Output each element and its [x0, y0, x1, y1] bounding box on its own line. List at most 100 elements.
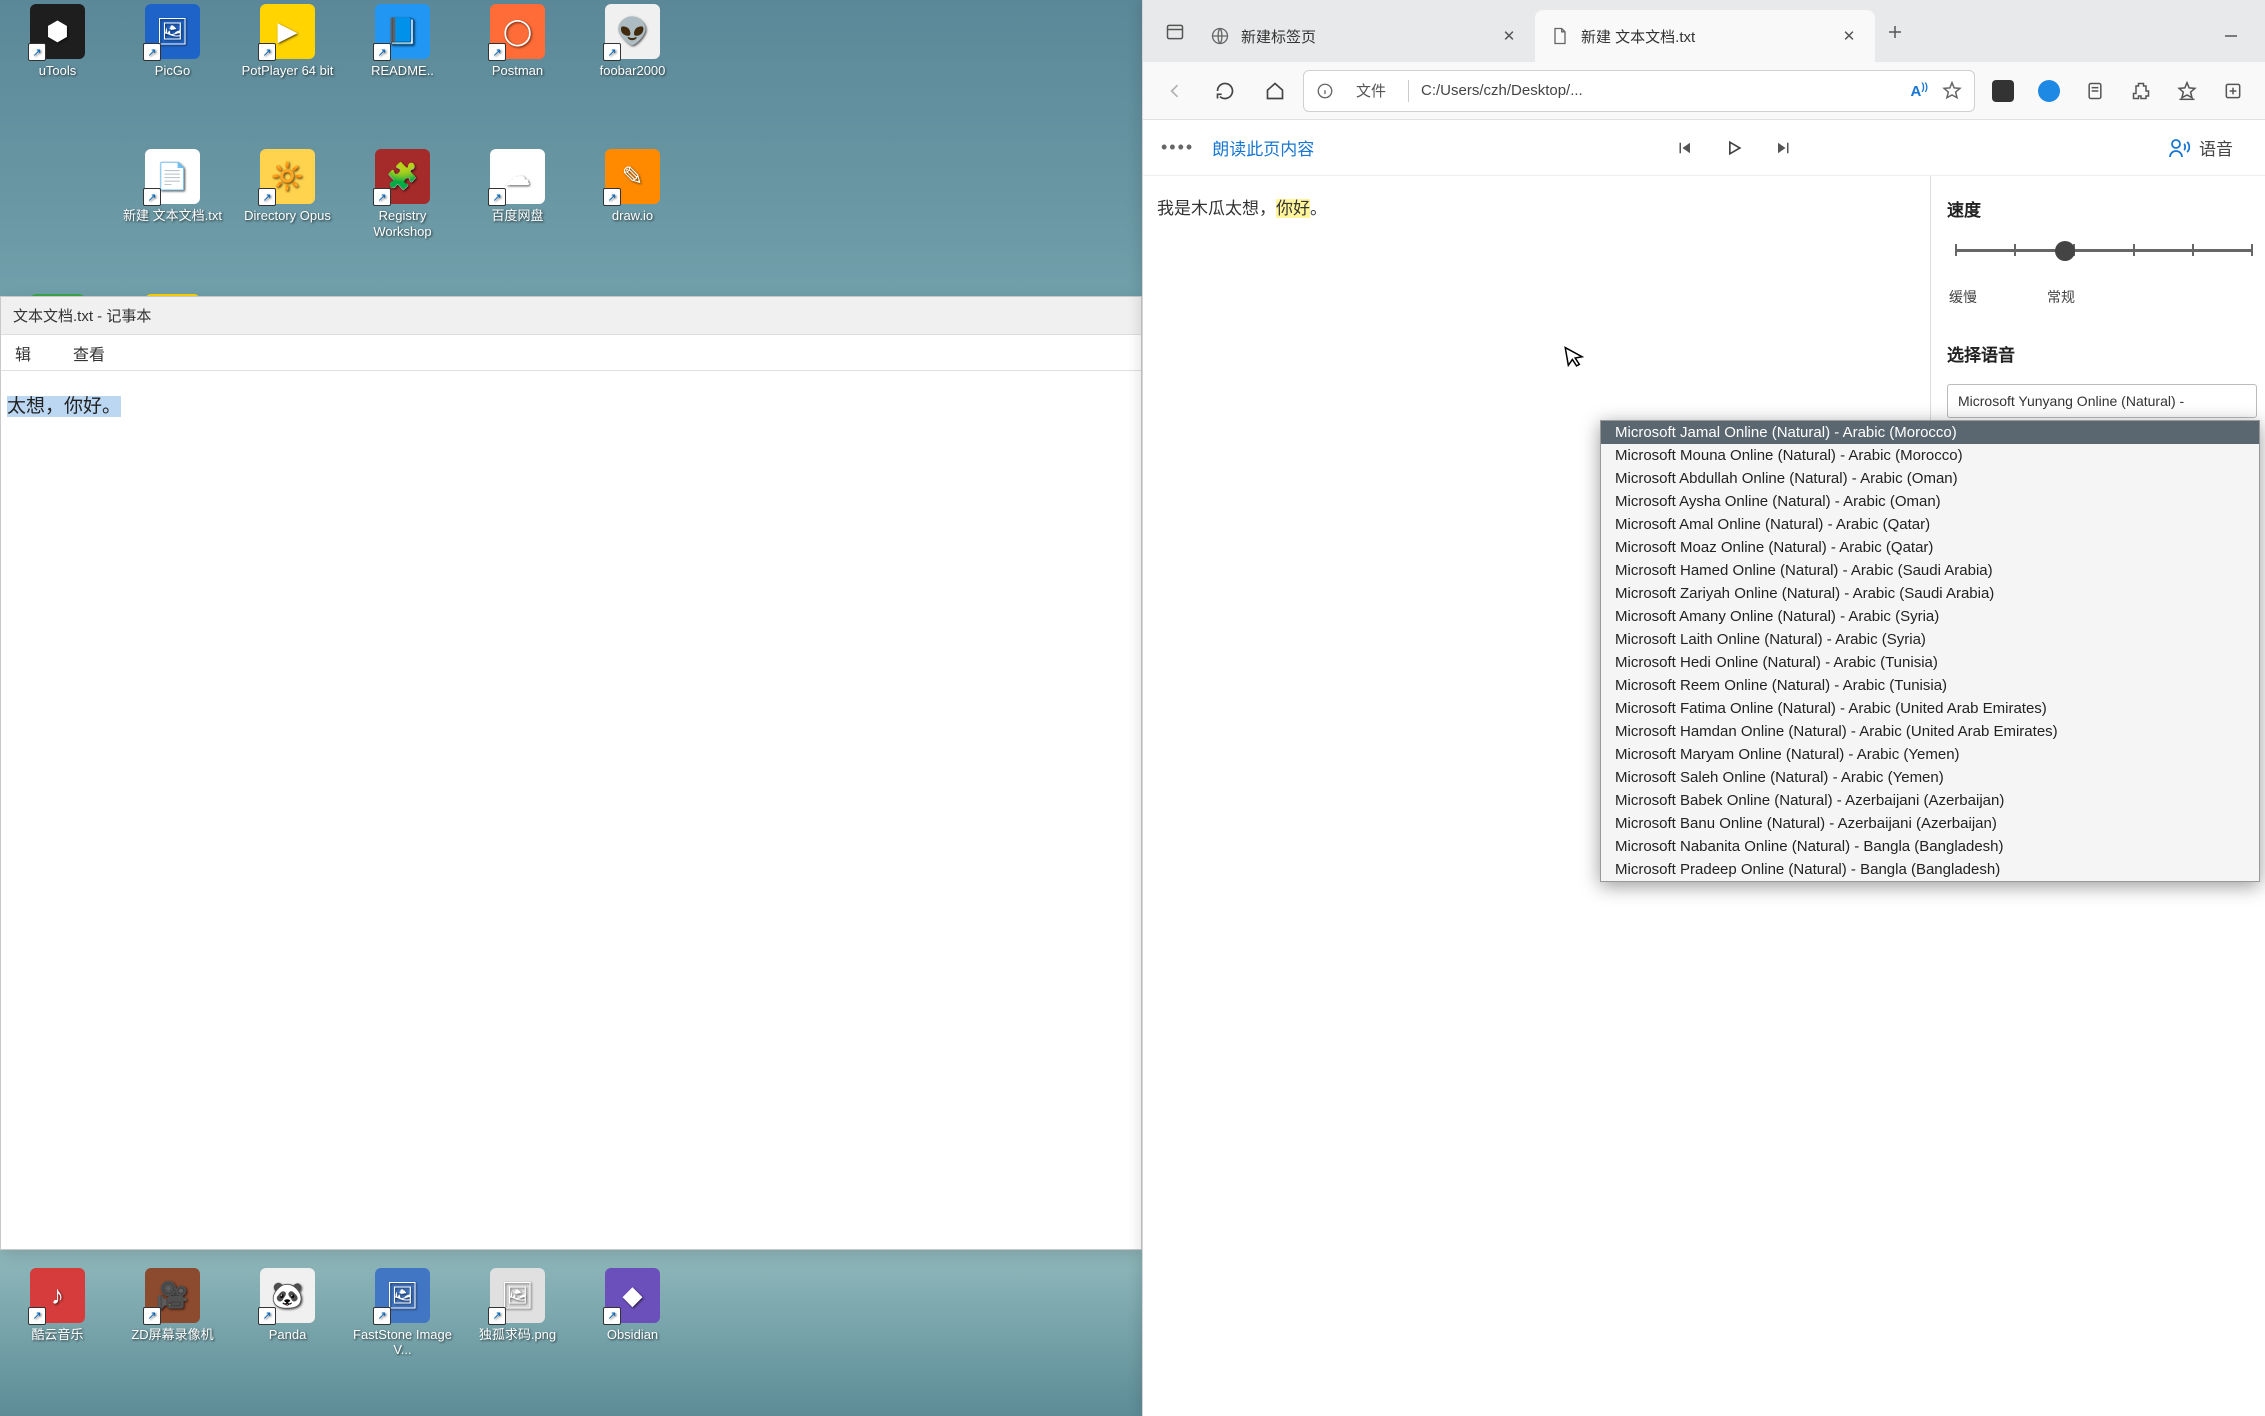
voice-dropdown[interactable]: Microsoft Jamal Online (Natural) - Arabi…: [1600, 420, 2260, 882]
extension-icon-2[interactable]: [2027, 69, 2071, 113]
app-icon: 📘↗: [375, 4, 430, 59]
voice-option[interactable]: Microsoft Reem Online (Natural) - Arabic…: [1601, 674, 2259, 697]
text-size-icon[interactable]: A)): [1910, 82, 1928, 100]
desktop-icon[interactable]: 🖼↗独孤求码.png: [460, 1264, 575, 1409]
menu-edit[interactable]: 辑: [9, 337, 37, 369]
shortcut-arrow-icon: ↗: [258, 188, 276, 206]
desktop-icon[interactable]: 🧩↗Registry Workshop: [345, 145, 460, 290]
app-icon: 🎥↗: [145, 1268, 200, 1323]
refresh-button[interactable]: [1203, 69, 1247, 113]
new-tab-button[interactable]: [1875, 12, 1915, 52]
notepad-titlebar[interactable]: 文本文档.txt - 记事本: [1, 297, 1141, 335]
voice-option[interactable]: Microsoft Hamdan Online (Natural) - Arab…: [1601, 720, 2259, 743]
back-button[interactable]: [1153, 69, 1197, 113]
desktop-icon[interactable]: 👽↗foobar2000: [575, 0, 690, 145]
more-icon[interactable]: ••••: [1161, 137, 1194, 158]
voice-option[interactable]: Microsoft Jamal Online (Natural) - Arabi…: [1601, 421, 2259, 444]
tab-strip: 新建标签页 ✕ 新建 文本文档.txt ✕: [1143, 0, 2265, 62]
app-icon: 🐼↗: [260, 1268, 315, 1323]
voice-option[interactable]: Microsoft Saleh Online (Natural) - Arabi…: [1601, 766, 2259, 789]
extension-icon-1[interactable]: [1981, 69, 2025, 113]
collections-icon[interactable]: [2211, 69, 2255, 113]
app-icon: ◆↗: [605, 1268, 660, 1323]
reader-icon[interactable]: [2073, 69, 2117, 113]
voice-option[interactable]: Microsoft Abdullah Online (Natural) - Ar…: [1601, 467, 2259, 490]
page-text-highlight: 你好: [1276, 199, 1310, 218]
desktop-icon[interactable]: 🔆↗Directory Opus: [230, 145, 345, 290]
desktop-icon[interactable]: 🐼↗Panda: [230, 1264, 345, 1409]
desktop-icon[interactable]: [0, 145, 115, 290]
voice-option[interactable]: Microsoft Babek Online (Natural) - Azerb…: [1601, 789, 2259, 812]
voice-option[interactable]: Microsoft Hamed Online (Natural) - Arabi…: [1601, 559, 2259, 582]
voice-select[interactable]: Microsoft Yunyang Online (Natural) -: [1947, 384, 2257, 418]
notepad-menubar[interactable]: 辑 查看: [1, 335, 1141, 371]
voice-option[interactable]: Microsoft Aysha Online (Natural) - Arabi…: [1601, 490, 2259, 513]
voice-option[interactable]: Microsoft Amany Online (Natural) - Arabi…: [1601, 605, 2259, 628]
play-button[interactable]: [1710, 128, 1758, 168]
desktop-icon[interactable]: ◆↗Obsidian: [575, 1264, 690, 1409]
window-controls: [2199, 10, 2265, 62]
slider-thumb[interactable]: [2055, 241, 2075, 261]
voice-option[interactable]: Microsoft Fatima Online (Natural) - Arab…: [1601, 697, 2259, 720]
desktop-icon-label: Postman: [492, 63, 543, 79]
desktop-icon[interactable]: ⬢↗ uTools: [0, 0, 115, 145]
desktop-icon-label: 百度网盘: [491, 208, 543, 224]
voice-option[interactable]: Microsoft Hedi Online (Natural) - Arabic…: [1601, 651, 2259, 674]
app-icon: ⬢↗: [30, 4, 85, 59]
home-button[interactable]: [1253, 69, 1297, 113]
shortcut-arrow-icon: ↗: [603, 188, 621, 206]
separator: [1408, 80, 1409, 102]
shortcut-arrow-icon: ↗: [258, 1307, 276, 1325]
extensions-icon[interactable]: [2119, 69, 2163, 113]
desktop-icon[interactable]: 🖼↗PicGo: [115, 0, 230, 145]
voice-option[interactable]: Microsoft Zariyah Online (Natural) - Ara…: [1601, 582, 2259, 605]
voice-settings-button[interactable]: 语音: [2153, 129, 2247, 166]
speed-normal-label: 常规: [2047, 287, 2075, 307]
next-button[interactable]: [1760, 128, 1808, 168]
voice-option[interactable]: Microsoft Amal Online (Natural) - Arabic…: [1601, 513, 2259, 536]
shortcut-arrow-icon: ↗: [143, 188, 161, 206]
close-icon[interactable]: ✕: [1837, 24, 1861, 48]
minimize-button[interactable]: [2199, 12, 2263, 60]
favorites-icon[interactable]: [2165, 69, 2209, 113]
prev-button[interactable]: [1660, 128, 1708, 168]
voice-option[interactable]: Microsoft Mouna Online (Natural) - Arabi…: [1601, 444, 2259, 467]
favorite-icon[interactable]: [1942, 81, 1962, 101]
speed-heading: 速度: [1947, 196, 2261, 221]
tab-file[interactable]: 新建 文本文档.txt ✕: [1535, 10, 1875, 62]
info-icon[interactable]: [1316, 82, 1334, 100]
voice-option[interactable]: Microsoft Maryam Online (Natural) - Arab…: [1601, 743, 2259, 766]
close-icon[interactable]: ✕: [1497, 24, 1521, 48]
tab-actions-button[interactable]: [1155, 12, 1195, 52]
desktop-icons-bottom: ♪↗酷云音乐🎥↗ZD屏幕录像机🐼↗Panda 🖼↗ FastStone Image …: [0, 1256, 690, 1416]
speed-slider[interactable]: [1947, 239, 2261, 279]
voice-option[interactable]: Microsoft Laith Online (Natural) - Arabi…: [1601, 628, 2259, 651]
notepad-textarea[interactable]: 太想，你好。: [1, 371, 1141, 438]
desktop-icon-label: PicGo: [155, 63, 190, 79]
voice-option[interactable]: Microsoft Banu Online (Natural) - Azerba…: [1601, 812, 2259, 835]
notepad-window: 文本文档.txt - 记事本 辑 查看 太想，你好。: [0, 296, 1142, 1250]
app-icon: 🖼↗: [375, 1268, 430, 1323]
desktop-icon[interactable]: ◯↗Postman: [460, 0, 575, 145]
desktop-icon[interactable]: 📘↗README..: [345, 0, 460, 145]
desktop-icon-label: uTools: [39, 63, 77, 79]
desktop-icon[interactable]: ✎↗draw.io: [575, 145, 690, 290]
voice-heading: 选择语音: [1947, 341, 2261, 366]
voice-option[interactable]: Microsoft Pradeep Online (Natural) - Ban…: [1601, 858, 2259, 881]
shortcut-arrow-icon: ↗: [603, 43, 621, 61]
desktop-icon[interactable]: ♪↗酷云音乐: [0, 1264, 115, 1409]
menu-view[interactable]: 查看: [67, 337, 111, 369]
address-bar[interactable]: 文件 C:/Users/czh/Desktop/... A)): [1303, 70, 1975, 112]
desktop-icon-label: FastStone Image V...: [349, 1327, 457, 1358]
voice-option[interactable]: Microsoft Moaz Online (Natural) - Arabic…: [1601, 536, 2259, 559]
desktop-icon[interactable]: 🎥↗ZD屏幕录像机: [115, 1264, 230, 1409]
desktop-icon[interactable]: 🖼↗ FastStone Image V...: [345, 1264, 460, 1409]
shortcut-arrow-icon: ↗: [603, 1307, 621, 1325]
voice-option[interactable]: Microsoft Nabanita Online (Natural) - Ba…: [1601, 835, 2259, 858]
desktop-icon[interactable]: ☁↗百度网盘: [460, 145, 575, 290]
readaloud-label: 朗读此页内容: [1212, 135, 1314, 160]
tab-new[interactable]: 新建标签页 ✕: [1195, 10, 1535, 62]
desktop-icon[interactable]: 📄↗新建 文本文档.txt: [115, 145, 230, 290]
desktop-icon[interactable]: ▶↗PotPlayer 64 bit: [230, 0, 345, 145]
shortcut-arrow-icon: ↗: [373, 1307, 391, 1325]
